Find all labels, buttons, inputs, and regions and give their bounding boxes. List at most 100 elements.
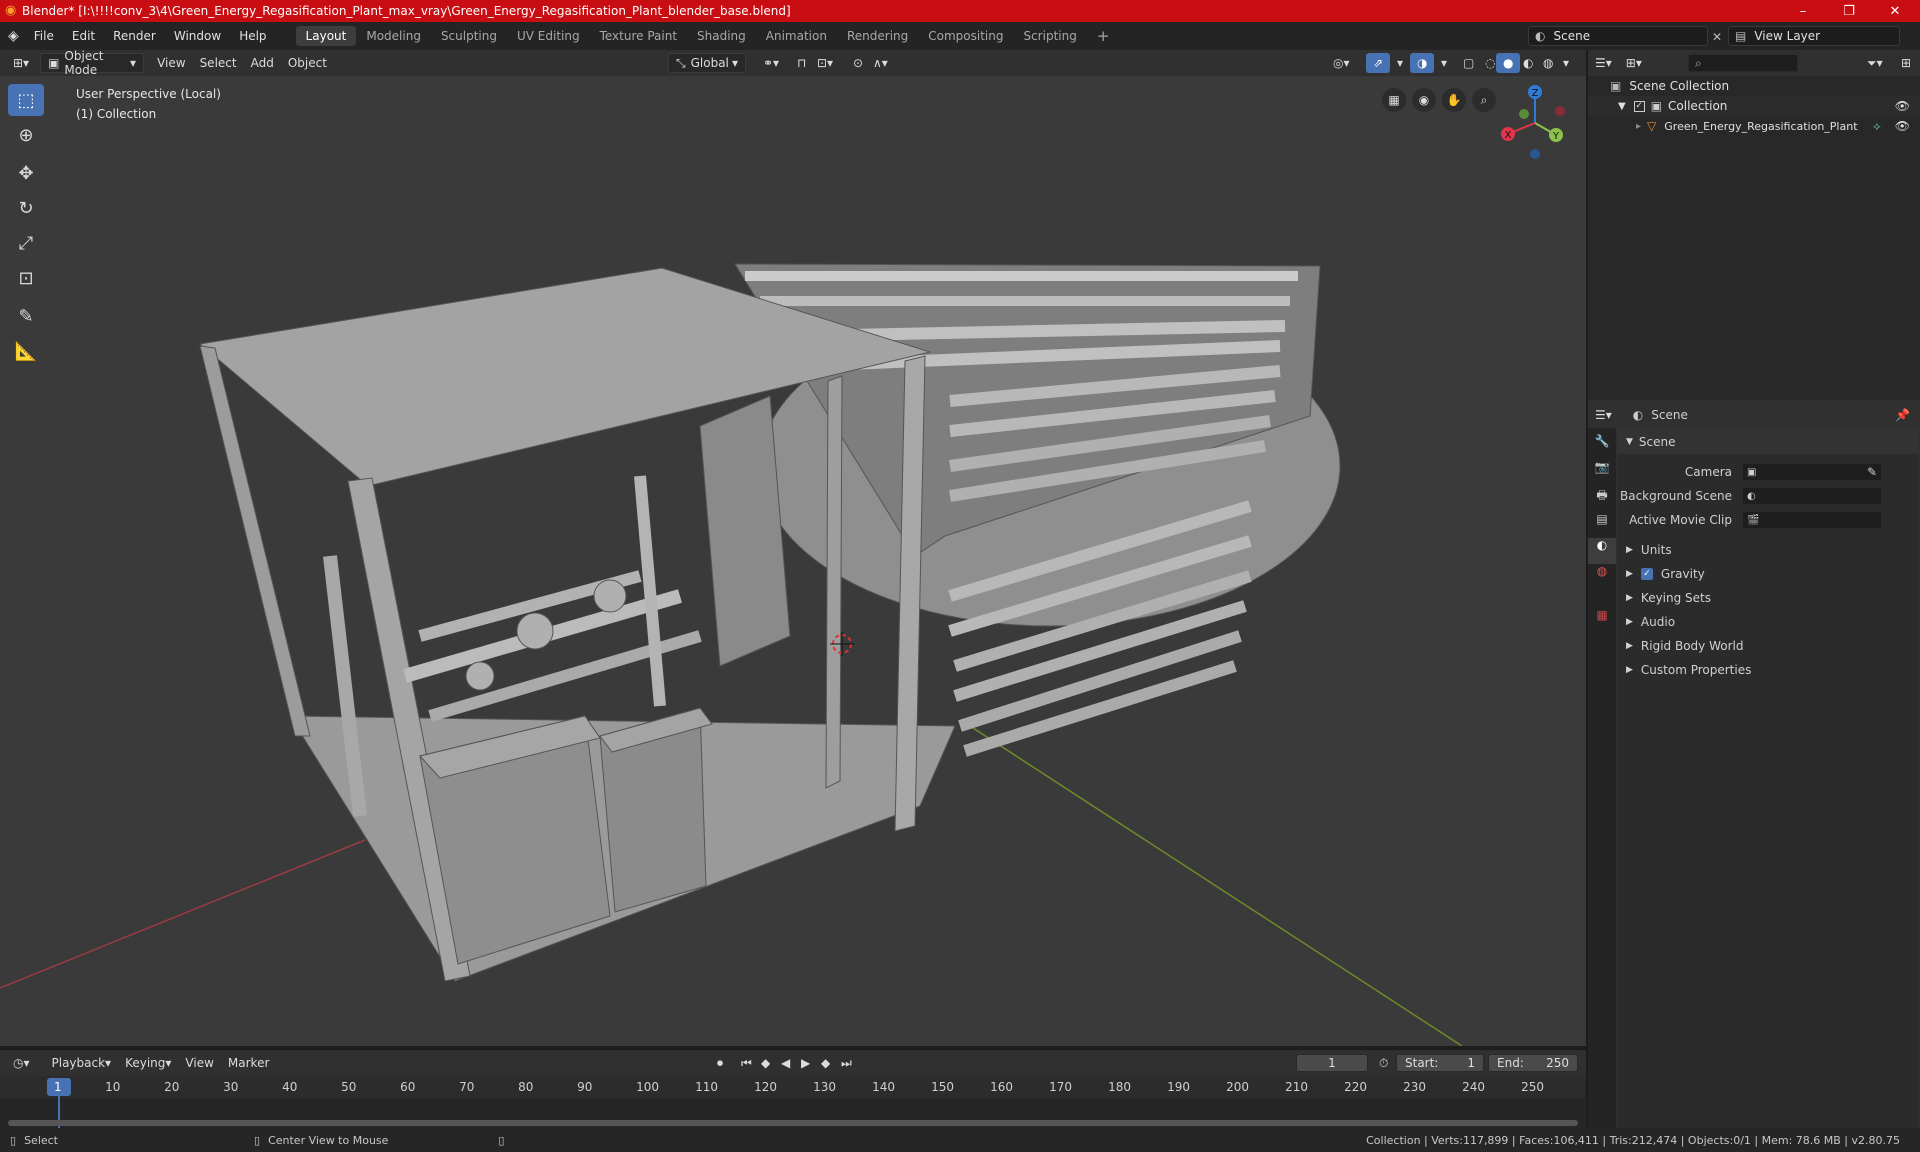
outliner-search[interactable]: ⌕ bbox=[1688, 54, 1798, 72]
timeline-track[interactable]: 1 10 20 30 40 50 60 70 80 90 100 110 120 130 140 150 160… bbox=[0, 1076, 1586, 1128]
menu-render[interactable]: Render bbox=[104, 29, 165, 43]
outliner-row-collection[interactable]: ▼ ✓ ▣ Collection 👁 bbox=[1588, 96, 1920, 116]
tab-sculpting[interactable]: Sculpting bbox=[431, 26, 507, 46]
record-icon[interactable]: ⏺ bbox=[710, 1053, 730, 1073]
camera-view-icon[interactable]: ◉ bbox=[1412, 88, 1436, 112]
pan-hand-icon[interactable]: ✋ bbox=[1442, 88, 1466, 112]
snap-target-icon[interactable]: ⊡▾ bbox=[810, 53, 840, 73]
display-mode-icon[interactable]: ⊞▾ bbox=[1619, 53, 1649, 73]
menu-add[interactable]: Add bbox=[244, 53, 281, 73]
outliner-editor-icon[interactable]: ☰▾ bbox=[1588, 53, 1619, 73]
tab-layout[interactable]: Layout bbox=[295, 26, 357, 46]
editor-type-icon[interactable]: ⊞▾ bbox=[6, 53, 36, 73]
chevron-down-icon[interactable]: ▾ bbox=[1556, 53, 1576, 73]
overlay-toggle-icon[interactable]: ◑ bbox=[1410, 53, 1435, 73]
world-tab-icon[interactable]: ◍ bbox=[1588, 564, 1616, 590]
view-layer-selector[interactable]: ▤ View Layer bbox=[1728, 26, 1900, 46]
navigation-gizmo[interactable]: Z Y X bbox=[1496, 84, 1574, 162]
menu-edit[interactable]: Edit bbox=[63, 29, 104, 43]
select-box-tool[interactable]: ⬚ bbox=[8, 84, 44, 116]
move-tool[interactable]: ✥ bbox=[8, 157, 44, 189]
rotate-tool[interactable]: ↻ bbox=[8, 192, 44, 224]
new-collection-icon[interactable]: ⊞ bbox=[1894, 53, 1918, 73]
minimize-button[interactable]: – bbox=[1780, 0, 1826, 22]
menu-help[interactable]: Help bbox=[230, 29, 275, 43]
filter-icon[interactable]: ⏷▾ bbox=[1860, 53, 1890, 73]
gravity-panel-header[interactable]: ▶ ✓ Gravity bbox=[1618, 562, 1918, 586]
mode-selector[interactable]: ▣ Object Mode ▾ bbox=[40, 49, 145, 77]
playback-menu[interactable]: Playback ▾ bbox=[45, 1053, 119, 1073]
transform-orientation[interactable]: ⤡ Global ▾ bbox=[668, 53, 746, 73]
pin-icon[interactable]: 📌 bbox=[1895, 408, 1910, 422]
outliner-row-scene-collection[interactable]: ▣ Scene Collection bbox=[1588, 76, 1920, 96]
custom-properties-panel-header[interactable]: ▶ Custom Properties bbox=[1618, 658, 1918, 682]
keying-sets-panel-header[interactable]: ▶ Keying Sets bbox=[1618, 586, 1918, 610]
output-tab-icon[interactable]: 🖶 bbox=[1588, 486, 1616, 512]
scene-selector[interactable]: ◐ Scene bbox=[1528, 26, 1708, 46]
tab-texture-paint[interactable]: Texture Paint bbox=[590, 26, 687, 46]
add-workspace-button[interactable]: + bbox=[1087, 24, 1120, 48]
expand-arrow-icon[interactable]: ▸ bbox=[1636, 121, 1641, 132]
transform-tool[interactable]: ⊡ bbox=[8, 262, 44, 294]
scene-panel-header[interactable]: ▼ Scene bbox=[1618, 430, 1918, 454]
scale-tool[interactable]: ⤢ bbox=[8, 227, 44, 259]
properties-editor-icon[interactable]: ☰▾ bbox=[1588, 405, 1619, 425]
timeline-editor-icon[interactable]: ◷▾ bbox=[6, 1053, 37, 1073]
cursor-tool[interactable]: ⊕ bbox=[8, 119, 44, 151]
eyedropper-icon[interactable]: ✎ bbox=[1867, 465, 1877, 479]
close-scene-icon[interactable]: ✕ bbox=[1712, 30, 1722, 44]
outliner-search-input[interactable] bbox=[1705, 57, 1786, 69]
camera-field[interactable]: ▣ ✎ bbox=[1742, 463, 1882, 481]
annotate-tool[interactable]: ✎ bbox=[8, 300, 44, 332]
menu-file[interactable]: File bbox=[25, 29, 63, 43]
eye-icon[interactable]: 👁 bbox=[1895, 99, 1910, 113]
tab-uv-editing[interactable]: UV Editing bbox=[507, 26, 590, 46]
background-scene-field[interactable]: ◐ bbox=[1742, 487, 1882, 505]
outliner-row-object[interactable]: ▸ ▽ Green_Energy_Regasification_Plant ⟡ … bbox=[1588, 116, 1920, 136]
menu-window[interactable]: Window bbox=[165, 29, 230, 43]
frame-ruler[interactable]: 1 10 20 30 40 50 60 70 80 90 100 110 120 130 140 150 160… bbox=[0, 1076, 1586, 1098]
tab-animation[interactable]: Animation bbox=[756, 26, 837, 46]
gizmo-toggle-icon[interactable]: ⇗ bbox=[1366, 53, 1391, 73]
end-frame-field[interactable]: End: 250 bbox=[1488, 1054, 1578, 1072]
menu-select[interactable]: Select bbox=[193, 53, 244, 73]
marker-menu[interactable]: Marker bbox=[221, 1053, 276, 1073]
timeline-scrollbar[interactable] bbox=[8, 1120, 1578, 1126]
render-tab-icon[interactable]: 📷 bbox=[1588, 460, 1616, 486]
maximize-button[interactable]: ❐ bbox=[1826, 0, 1872, 22]
scene-tab-icon[interactable]: ◐ bbox=[1588, 538, 1616, 564]
chevron-down-icon[interactable]: ▾ bbox=[1390, 53, 1410, 73]
view-layer-tab-icon[interactable]: ▤ bbox=[1588, 512, 1616, 538]
start-frame-field[interactable]: Start: 1 bbox=[1396, 1054, 1484, 1072]
blender-menu-icon[interactable]: ◈ bbox=[8, 28, 19, 44]
grid-view-icon[interactable]: ▦ bbox=[1382, 88, 1406, 112]
timeline-view-menu[interactable]: View bbox=[178, 1053, 220, 1073]
stopwatch-icon[interactable]: ⏱ bbox=[1372, 1053, 1395, 1073]
units-panel-header[interactable]: ▶ Units bbox=[1618, 538, 1918, 562]
jump-end-icon[interactable]: ⏭ bbox=[834, 1053, 859, 1073]
keying-menu[interactable]: Keying ▾ bbox=[118, 1053, 178, 1073]
close-button[interactable]: ✕ bbox=[1872, 0, 1918, 22]
falloff-icon[interactable]: ∧▾ bbox=[866, 53, 895, 73]
texture-tab-icon[interactable]: ▦ bbox=[1588, 608, 1616, 634]
gravity-checkbox[interactable]: ✓ bbox=[1640, 568, 1653, 580]
tab-modeling[interactable]: Modeling bbox=[356, 26, 431, 46]
zoom-icon[interactable]: ⌕ bbox=[1472, 88, 1496, 112]
tab-rendering[interactable]: Rendering bbox=[837, 26, 918, 46]
pivot-icon[interactable]: ⚭▾ bbox=[756, 53, 786, 73]
tool-tab-icon[interactable]: 🔧 bbox=[1588, 434, 1616, 460]
rigid-body-world-panel-header[interactable]: ▶ Rigid Body World bbox=[1618, 634, 1918, 658]
eye-icon[interactable]: 👁 bbox=[1895, 119, 1910, 133]
active-movie-clip-field[interactable]: 🎬 bbox=[1742, 511, 1882, 529]
measure-tool[interactable]: 📐 bbox=[8, 335, 44, 367]
tab-scripting[interactable]: Scripting bbox=[1013, 26, 1086, 46]
expand-arrow-icon[interactable]: ▼ bbox=[1618, 101, 1626, 112]
current-frame-field[interactable]: 1 bbox=[1296, 1054, 1368, 1072]
chevron-down-icon[interactable]: ▾ bbox=[1434, 53, 1454, 73]
menu-object[interactable]: Object bbox=[281, 53, 334, 73]
tab-shading[interactable]: Shading bbox=[687, 26, 756, 46]
tab-compositing[interactable]: Compositing bbox=[918, 26, 1013, 46]
menu-view[interactable]: View bbox=[150, 53, 192, 73]
audio-panel-header[interactable]: ▶ Audio bbox=[1618, 610, 1918, 634]
checkbox-icon[interactable]: ✓ bbox=[1633, 100, 1645, 112]
